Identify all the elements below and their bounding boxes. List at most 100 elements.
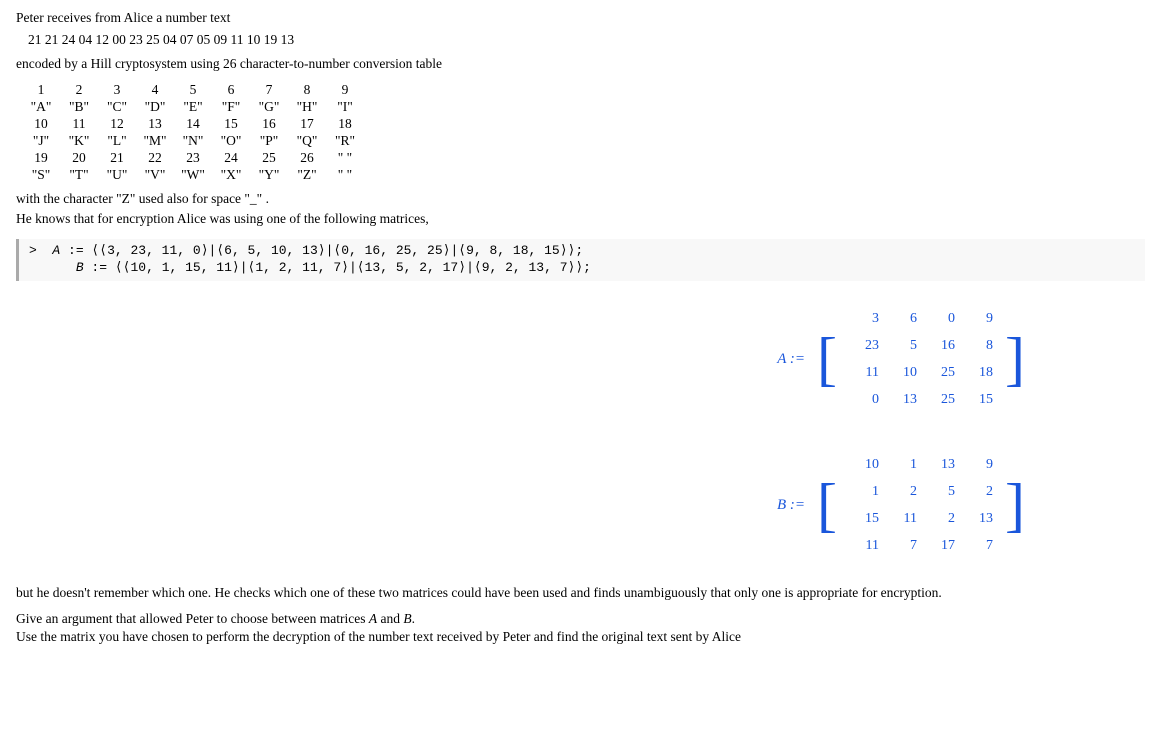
conv-num: 19: [22, 150, 60, 166]
matrix-b-cell: 2: [921, 505, 959, 532]
maple-line-1: > A := ⟨⟨3, 23, 11, 0⟩|⟨6, 5, 10, 13⟩|⟨0…: [29, 243, 1145, 258]
matrix-a-label: A :=: [775, 351, 805, 368]
conv-num: 10: [22, 116, 60, 132]
maple-prompt: >: [29, 243, 52, 258]
numbers-row-2: 10 11 12 13 14 15 16 17 18: [22, 116, 1145, 132]
conv-num: 15: [212, 116, 250, 132]
conv-letter: "L": [98, 133, 136, 149]
matrix-b-brackets: [ 10 1 13 9 1 2 5 2 15 11 2 13 11 7 17 7…: [817, 447, 1025, 563]
bracket-right-a: ]: [1005, 301, 1025, 417]
matrix-b-cell: 7: [959, 532, 997, 559]
matrix-a-cell: 0: [921, 305, 959, 332]
conv-num: 20: [60, 150, 98, 166]
letters-row-2: "J" "K" "L" "M" "N" "O" "P" "Q" "R": [22, 133, 1145, 149]
matrix-b-content: 10 1 13 9 1 2 5 2 15 11 2 13 11 7 17 7: [839, 447, 1003, 563]
conv-letter: "X": [212, 167, 250, 183]
conversion-table: 1 2 3 4 5 6 7 8 9 "A" "B" "C" "D" "E" "F…: [22, 82, 1145, 183]
conv-num: 12: [98, 116, 136, 132]
matrix-a-cell: 11: [845, 359, 883, 386]
matrix-a-cell: 16: [921, 332, 959, 359]
matrix-b-cell: 17: [921, 532, 959, 559]
conv-num: 14: [174, 116, 212, 132]
matrix-b-label: B :=: [775, 497, 805, 514]
conv-num: 26: [288, 150, 326, 166]
conv-num: 7: [250, 82, 288, 98]
conv-letter: "N": [174, 133, 212, 149]
conv-num: 24: [212, 150, 250, 166]
conv-num: 5: [174, 82, 212, 98]
matrix-a-cell: 25: [921, 359, 959, 386]
matrix-a-cell: 9: [959, 305, 997, 332]
conv-letter: "P": [250, 133, 288, 149]
conv-num: 9: [326, 82, 364, 98]
conv-letter: "Q": [288, 133, 326, 149]
matrix-b-cell: 2: [959, 478, 997, 505]
conv-letter: "K": [60, 133, 98, 149]
number-sequence: 21 21 24 04 12 00 23 25 04 07 05 09 11 1…: [28, 32, 1145, 48]
conv-letter: "E": [174, 99, 212, 115]
conv-num: 23: [174, 150, 212, 166]
conv-letter: "W": [174, 167, 212, 183]
conv-letter: "U": [98, 167, 136, 183]
matrix-b-cell: 10: [845, 451, 883, 478]
conv-letter: "F": [212, 99, 250, 115]
matrix-a-cell: 5: [883, 332, 921, 359]
matrix-b-cell: 11: [845, 532, 883, 559]
use-text: Use the matrix you have chosen to perfor…: [16, 629, 1145, 645]
numbers-row-3: 19 20 21 22 23 24 25 26 " ": [22, 150, 1145, 166]
but-text: but he doesn't remember which one. He ch…: [16, 583, 1145, 603]
conv-letter: "R": [326, 133, 364, 149]
matrix-b-cell: 15: [845, 505, 883, 532]
conv-num: 17: [288, 116, 326, 132]
matrix-a-cell: 18: [959, 359, 997, 386]
matrix-a-cell: 15: [959, 386, 997, 413]
conv-num: 25: [250, 150, 288, 166]
conv-num: 11: [60, 116, 98, 132]
matrix-b-cell: 13: [921, 451, 959, 478]
letters-row-1: "A" "B" "C" "D" "E" "F" "G" "H" "I": [22, 99, 1145, 115]
bracket-left-a: [: [817, 301, 837, 417]
conv-letter: "A": [22, 99, 60, 115]
intro-line1: Peter receives from Alice a number text: [16, 10, 1145, 26]
matrix-b-cell: 5: [921, 478, 959, 505]
matrix-a-cell: 10: [883, 359, 921, 386]
matrices-section: A := [ 3 6 0 9 23 5 16 8 11 10 25 18 0 1…: [16, 301, 1025, 563]
conv-letter: "C": [98, 99, 136, 115]
matrix-a-brackets: [ 3 6 0 9 23 5 16 8 11 10 25 18 0 13 25 …: [817, 301, 1025, 417]
with-char-note: with the character "Z" used also for spa…: [16, 191, 1145, 207]
maple-line-2: B := ⟨⟨10, 1, 15, 11⟩|⟨1, 2, 11, 7⟩|⟨13,…: [29, 260, 1145, 275]
conv-letter: "D": [136, 99, 174, 115]
conv-num: 6: [212, 82, 250, 98]
conv-letter: "S": [22, 167, 60, 183]
conv-letter: "O": [212, 133, 250, 149]
matrix-a-cell: 6: [883, 305, 921, 332]
encoded-by: encoded by a Hill cryptosystem using 26 …: [16, 56, 1145, 72]
bracket-right-b: ]: [1005, 447, 1025, 563]
conv-num: 13: [136, 116, 174, 132]
give-text: Give an argument that allowed Peter to c…: [16, 611, 1145, 627]
conv-num: 1: [22, 82, 60, 98]
bracket-left-b: [: [817, 447, 837, 563]
conv-num: 18: [326, 116, 364, 132]
conv-letter: "V": [136, 167, 174, 183]
matrix-b-cell: 1: [883, 451, 921, 478]
letters-row-3: "S" "T" "U" "V" "W" "X" "Y" "Z" " ": [22, 167, 1145, 183]
conv-num: 21: [98, 150, 136, 166]
conv-letter: "M": [136, 133, 174, 149]
matrix-b-cell: 11: [883, 505, 921, 532]
matrix-a-cell: 0: [845, 386, 883, 413]
conv-num: 4: [136, 82, 174, 98]
conv-num: " ": [326, 150, 364, 166]
conv-num: 8: [288, 82, 326, 98]
matrix-a-cell: 8: [959, 332, 997, 359]
matrix-a-cell: 13: [883, 386, 921, 413]
conv-letter: "B": [60, 99, 98, 115]
matrix-a-cell: 23: [845, 332, 883, 359]
conv-letter: "Y": [250, 167, 288, 183]
matrix-b-cell: 2: [883, 478, 921, 505]
conv-letter: "J": [22, 133, 60, 149]
matrix-b-display: B := [ 10 1 13 9 1 2 5 2 15 11 2 13 11 7…: [775, 447, 1025, 563]
conv-letter: "I": [326, 99, 364, 115]
knows-text: He knows that for encryption Alice was u…: [16, 211, 1145, 227]
matrix-a-cell: 3: [845, 305, 883, 332]
